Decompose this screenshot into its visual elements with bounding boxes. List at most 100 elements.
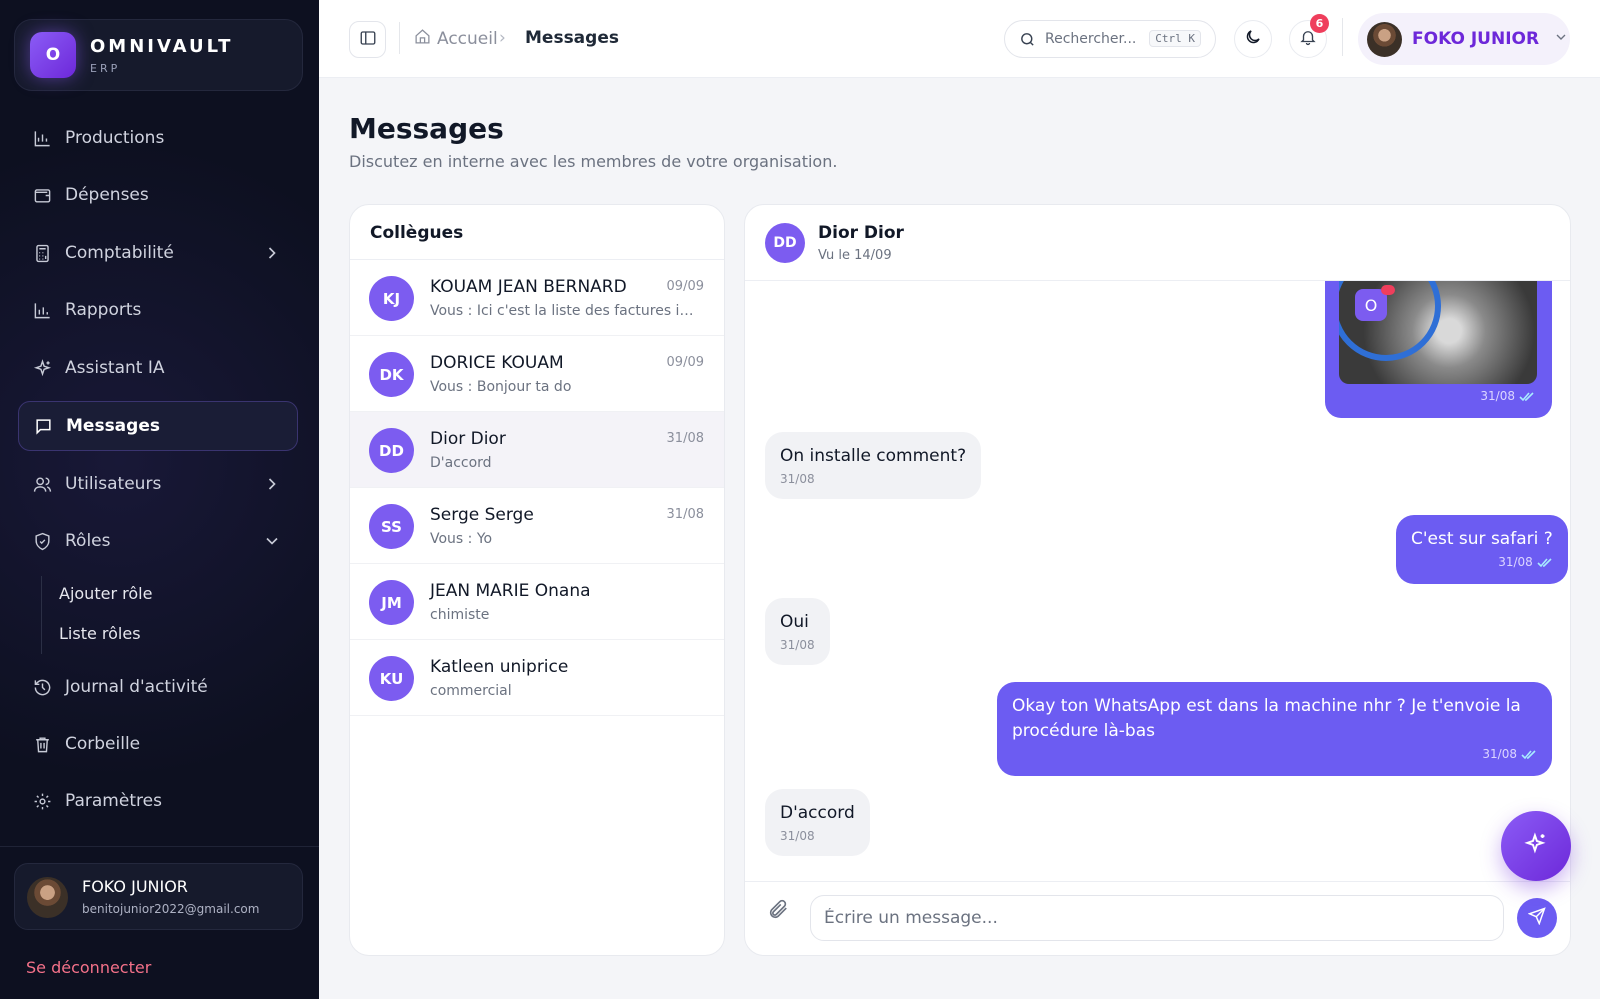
- contact-preview: Vous : Yo: [430, 531, 493, 547]
- topbar: Accueil › Messages Rechercher... Ctrl K …: [319, 0, 1600, 78]
- contact-preview: D'accord: [430, 455, 492, 471]
- chat-contact-name: Dior Dior: [818, 223, 904, 243]
- breadcrumb-separator: ›: [499, 28, 506, 48]
- sidebar-toggle-button[interactable]: [349, 21, 386, 58]
- theme-toggle-button[interactable]: [1234, 20, 1272, 58]
- trash-icon: [32, 734, 52, 754]
- sidebar-item-label: Dépenses: [65, 185, 149, 205]
- chevron-down-icon: [262, 531, 282, 551]
- contact-date: 31/08: [666, 431, 704, 446]
- contact-item[interactable]: KU Katleen uniprice commercial: [350, 640, 724, 716]
- contact-item-selected[interactable]: DD Dior Dior 31/08 D'accord: [350, 412, 724, 488]
- sidebar-item-corbeille[interactable]: Corbeille: [18, 719, 298, 769]
- chat-contact-avatar: DD: [765, 223, 805, 263]
- breadcrumb-home-label: Accueil: [437, 29, 498, 49]
- sidebar: O OMNIVAULT ERP Productions Dépenses Com…: [0, 0, 319, 999]
- message-bubble-outgoing: C'est sur safari ? 31/08: [1396, 515, 1568, 584]
- breadcrumb-home[interactable]: Accueil: [414, 28, 498, 50]
- sidebar-item-depenses[interactable]: Dépenses: [18, 170, 298, 220]
- shield-icon: [32, 531, 52, 551]
- brand-subtitle: ERP: [90, 62, 121, 75]
- sidebar-item-comptabilite[interactable]: Comptabilité: [18, 228, 298, 278]
- message-text: On installe comment?: [780, 446, 967, 466]
- search-box[interactable]: Rechercher... Ctrl K: [1004, 20, 1216, 58]
- contact-name: Katleen uniprice: [430, 657, 569, 677]
- contact-avatar: KU: [369, 656, 414, 701]
- contact-preview: Vous : Bonjour ta do: [430, 379, 572, 395]
- search-placeholder: Rechercher...: [1045, 31, 1137, 47]
- contact-avatar: DD: [369, 428, 414, 473]
- message-icon: [33, 416, 53, 436]
- contact-name: Serge Serge: [430, 505, 534, 525]
- sidebar-item-label: Journal d'activité: [65, 677, 208, 697]
- contact-name: KOUAM JEAN BERNARD: [430, 277, 627, 297]
- double-check-icon: [1521, 748, 1537, 764]
- sidebar-toggle-icon: [359, 29, 377, 51]
- user-name: FOKO JUNIOR: [82, 877, 188, 896]
- sidebar-item-label: Utilisateurs: [65, 474, 162, 494]
- profile-menu-button[interactable]: FOKO JUNIOR: [1358, 13, 1570, 65]
- message-text: Okay ton WhatsApp est dans la machine nh…: [1012, 696, 1521, 741]
- sidebar-divider: [0, 846, 319, 847]
- contact-preview: chimiste: [430, 607, 490, 623]
- send-button[interactable]: [1517, 898, 1557, 938]
- sidebar-item-label: Corbeille: [65, 734, 141, 754]
- wallet-icon: [32, 185, 52, 205]
- avatar: [27, 877, 68, 918]
- paperclip-icon[interactable]: [767, 898, 791, 922]
- message-time: 31/08: [780, 472, 815, 486]
- send-icon: [1527, 907, 1546, 929]
- sidebar-item-messages[interactable]: Messages: [18, 401, 298, 451]
- contact-item[interactable]: SS Serge Serge 31/08 Vous : Yo: [350, 488, 724, 564]
- page-subtitle: Discutez en interne avec les membres de …: [349, 152, 838, 171]
- contact-avatar: DK: [369, 352, 414, 397]
- sidebar-item-label: Messages: [66, 416, 160, 436]
- history-icon: [32, 677, 52, 697]
- chevron-down-icon: [1553, 29, 1569, 49]
- contact-item[interactable]: JM JEAN MARIE Onana chimiste: [350, 564, 724, 640]
- avatar: [1367, 21, 1402, 57]
- message-image[interactable]: O: [1339, 281, 1537, 384]
- sidebar-item-label: Assistant IA: [65, 358, 165, 378]
- sidebar-item-rapports[interactable]: Rapports: [18, 285, 298, 335]
- topbar-divider: [1342, 18, 1343, 56]
- contact-name: Dior Dior: [430, 429, 506, 449]
- users-icon: [32, 474, 52, 494]
- contact-preview: commercial: [430, 683, 512, 699]
- contact-avatar: SS: [369, 504, 414, 549]
- contact-date: 09/09: [666, 279, 704, 294]
- submenu-item-liste-roles[interactable]: Liste rôles: [59, 624, 141, 643]
- contact-avatar: JM: [369, 580, 414, 625]
- sidebar-item-roles[interactable]: Rôles: [18, 516, 298, 566]
- bar-chart-icon: [32, 300, 52, 320]
- contact-preview: Vous : Ici c'est la liste des factures i…: [430, 303, 706, 319]
- brand-card[interactable]: O OMNIVAULT ERP: [14, 19, 303, 91]
- sidebar-item-journal[interactable]: Journal d'activité: [18, 662, 298, 712]
- logout-link[interactable]: Se déconnecter: [26, 958, 151, 977]
- sidebar-item-productions[interactable]: Productions: [18, 113, 298, 163]
- submenu-item-ajouter-role[interactable]: Ajouter rôle: [59, 584, 152, 603]
- sparkles-icon: [1523, 831, 1549, 861]
- sidebar-item-utilisateurs[interactable]: Utilisateurs: [18, 459, 298, 509]
- breadcrumb-current: Messages: [525, 28, 619, 48]
- ai-assistant-fab[interactable]: [1501, 811, 1571, 881]
- message-time: 31/08: [1012, 746, 1537, 764]
- chevron-right-icon: [262, 474, 282, 494]
- message-input[interactable]: [810, 895, 1504, 941]
- sidebar-item-label: Rapports: [65, 300, 142, 320]
- sidebar-item-assistant-ia[interactable]: Assistant IA: [18, 343, 298, 393]
- contact-item[interactable]: KJ KOUAM JEAN BERNARD 09/09 Vous : Ici c…: [350, 260, 724, 336]
- sparkles-icon: [32, 358, 52, 378]
- double-check-icon: [1519, 391, 1535, 405]
- moon-icon: [1244, 28, 1262, 50]
- chevron-right-icon: [262, 243, 282, 263]
- brand-logo: O: [30, 32, 76, 78]
- message-time: 31/08: [1480, 389, 1535, 405]
- contact-avatar: KJ: [369, 276, 414, 321]
- sidebar-item-parametres[interactable]: Paramètres: [18, 776, 298, 826]
- sidebar-user-card[interactable]: FOKO JUNIOR benitojunior2022@gmail.com: [14, 863, 303, 930]
- home-icon: [414, 28, 431, 50]
- app-badge-thumbnail: [1381, 285, 1395, 295]
- contact-item[interactable]: DK DORICE KOUAM 09/09 Vous : Bonjour ta …: [350, 336, 724, 412]
- image-message-bubble[interactable]: O 31/08: [1325, 281, 1552, 418]
